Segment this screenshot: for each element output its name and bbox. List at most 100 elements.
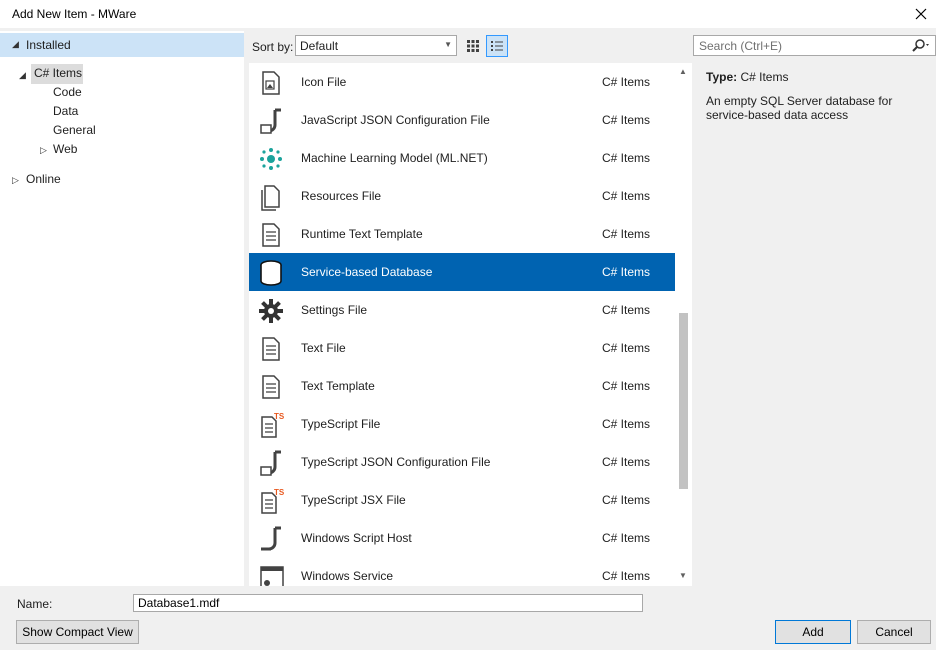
list-item[interactable]: Machine Learning Model (ML.NET) C# Items xyxy=(249,139,676,177)
item-name: Resources File xyxy=(301,189,382,203)
item-name: Service-based Database xyxy=(301,265,433,279)
item-category: C# Items xyxy=(602,189,651,203)
list-item[interactable]: Icon File C# Items xyxy=(249,63,676,101)
template-list[interactable]: Icon File C# Items JavaScript JSON Configu… xyxy=(249,63,692,586)
json-config-icon xyxy=(257,449,285,477)
list-item[interactable]: Text File C# Items xyxy=(249,329,676,367)
item-category: C# Items xyxy=(602,75,651,89)
item-name: Runtime Text Template xyxy=(301,227,423,241)
item-category: C# Items xyxy=(602,341,651,355)
expanded-caret-icon[interactable]: ◢ xyxy=(19,70,26,81)
add-button[interactable]: Add xyxy=(775,620,851,644)
item-name: Text Template xyxy=(301,379,375,393)
list-view-icon xyxy=(491,41,503,51)
scroll-down-arrow-icon[interactable]: ▼ xyxy=(679,571,687,580)
resources-file-icon xyxy=(257,183,285,211)
item-category: C# Items xyxy=(602,303,651,317)
item-category: C# Items xyxy=(602,379,651,393)
sort-by-label: Sort by: xyxy=(252,40,294,54)
sort-dropdown-value: Default xyxy=(300,39,339,53)
list-item[interactable]: Windows Service C# Items xyxy=(249,557,676,586)
item-name: Text File xyxy=(301,341,346,355)
item-name: TypeScript File xyxy=(301,417,381,431)
item-category: C# Items xyxy=(602,227,651,241)
tree-node-csharp-items[interactable]: C# Items xyxy=(34,64,82,83)
item-name: Machine Learning Model (ML.NET) xyxy=(301,151,488,165)
text-template-icon xyxy=(257,221,285,249)
details-type: Type: C# Items xyxy=(706,70,788,84)
text-file-icon xyxy=(257,335,285,363)
list-item[interactable]: TS TypeScript File C# Items xyxy=(249,405,676,443)
list-item[interactable]: Runtime Text Template C# Items xyxy=(249,215,676,253)
list-item[interactable]: JavaScript JSON Configuration File C# Ite… xyxy=(249,101,676,139)
item-category: C# Items xyxy=(602,265,651,279)
template-tree: ◢ Installed ◢ C# Items Code Data General… xyxy=(0,31,244,586)
item-name: Windows Script Host xyxy=(301,531,412,545)
search-icon[interactable] xyxy=(911,38,931,54)
item-name: TypeScript JSX File xyxy=(301,493,406,507)
chevron-down-icon: ▼ xyxy=(444,40,452,49)
item-category: C# Items xyxy=(602,493,651,507)
cancel-button[interactable]: Cancel xyxy=(857,620,931,644)
tree-node-web[interactable]: Web xyxy=(53,140,77,159)
item-name: JavaScript JSON Configuration File xyxy=(301,113,490,127)
tree-node-online[interactable]: Online xyxy=(26,170,61,189)
tree-node-data[interactable]: Data xyxy=(53,102,78,121)
script-host-icon xyxy=(257,525,285,553)
search-box[interactable] xyxy=(693,35,936,56)
typescript-file-icon: TS xyxy=(257,487,285,515)
gear-icon xyxy=(257,297,285,325)
list-item[interactable]: Text Template C# Items xyxy=(249,367,676,405)
list-item[interactable]: TS TypeScript JSX File C# Items xyxy=(249,481,676,519)
sort-dropdown[interactable]: Default ▼ xyxy=(295,35,457,56)
list-item[interactable]: Resources File C# Items xyxy=(249,177,676,215)
tree-node-general[interactable]: General xyxy=(53,121,96,140)
list-item[interactable]: Service-based Database C# Items xyxy=(249,253,676,291)
item-category: C# Items xyxy=(602,417,651,431)
collapsed-caret-icon[interactable]: ▷ xyxy=(12,175,19,186)
scroll-up-arrow-icon[interactable]: ▲ xyxy=(679,67,687,76)
details-pane: Type: C# Items An empty SQL Server datab… xyxy=(697,63,936,586)
tree-node-label: Installed xyxy=(26,38,71,52)
list-item[interactable]: Windows Script Host C# Items xyxy=(249,519,676,557)
svg-text:TS: TS xyxy=(274,488,285,497)
item-name: Icon File xyxy=(301,75,347,89)
item-category: C# Items xyxy=(602,569,651,583)
tree-node-code[interactable]: Code xyxy=(53,83,82,102)
grid-view-icon xyxy=(467,40,479,52)
search-input[interactable] xyxy=(697,38,902,53)
type-value: C# Items xyxy=(740,70,789,84)
collapsed-caret-icon[interactable]: ▷ xyxy=(40,145,47,156)
details-description: An empty SQL Server database for service… xyxy=(706,94,893,122)
text-template-icon xyxy=(257,373,285,401)
type-label: Type: xyxy=(706,70,738,84)
name-input[interactable] xyxy=(133,594,643,612)
scrollbar-thumb[interactable] xyxy=(679,313,688,489)
name-label: Name: xyxy=(17,597,53,611)
svg-text:TS: TS xyxy=(274,412,285,421)
close-icon xyxy=(915,8,927,20)
grid-view-button[interactable] xyxy=(462,35,484,57)
title-bar: Add New Item - MWare xyxy=(0,0,936,28)
show-compact-view-button[interactable]: Show Compact View xyxy=(16,620,139,644)
expanded-caret-icon[interactable]: ◢ xyxy=(12,39,19,50)
list-scrollbar[interactable]: ▲ ▼ xyxy=(675,63,692,586)
item-name: Settings File xyxy=(301,303,368,317)
list-item[interactable]: Settings File C# Items xyxy=(249,291,676,329)
typescript-file-icon: TS xyxy=(257,411,285,439)
database-icon xyxy=(257,259,285,287)
item-category: C# Items xyxy=(602,151,651,165)
item-name: TypeScript JSON Configuration File xyxy=(301,455,491,469)
close-button[interactable] xyxy=(910,3,932,25)
icon-file-icon xyxy=(257,69,285,97)
list-view-button[interactable] xyxy=(486,35,508,57)
window-title: Add New Item - MWare xyxy=(12,7,137,21)
tree-node-installed[interactable]: ◢ Installed xyxy=(0,33,244,57)
ml-model-icon xyxy=(257,145,285,173)
item-category: C# Items xyxy=(602,455,651,469)
list-item[interactable]: TypeScript JSON Configuration File C# Ite… xyxy=(249,443,676,481)
item-category: C# Items xyxy=(602,113,651,127)
item-name: Windows Service xyxy=(301,569,394,583)
item-category: C# Items xyxy=(602,531,651,545)
windows-service-icon xyxy=(257,563,285,586)
